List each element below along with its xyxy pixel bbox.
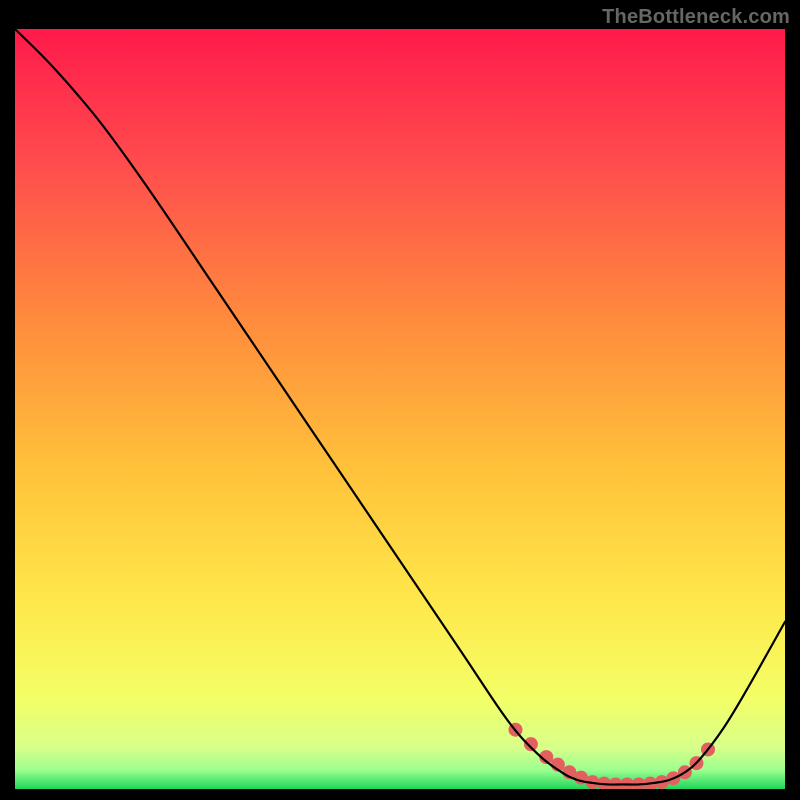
plot-background bbox=[15, 29, 785, 789]
chart-stage: TheBottleneck.com bbox=[0, 0, 800, 800]
marker-dot bbox=[524, 737, 538, 751]
bottleneck-chart bbox=[0, 0, 800, 800]
